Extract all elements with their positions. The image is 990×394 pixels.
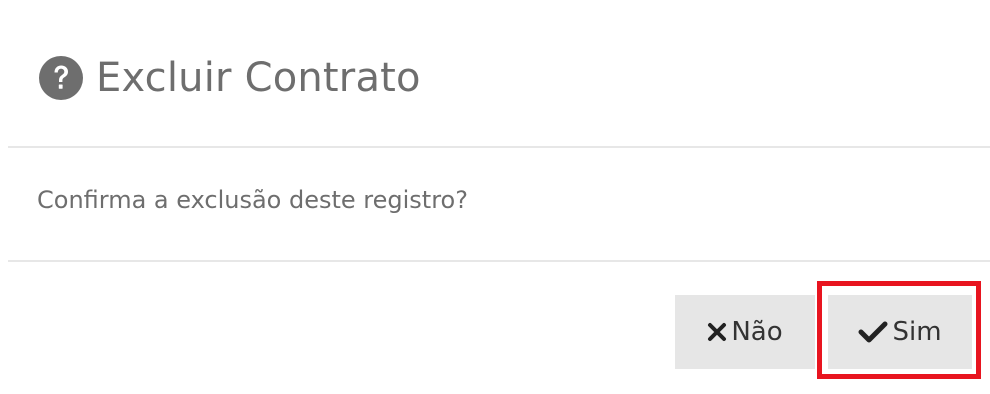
- dialog-message: Confirma a exclusão deste registro?: [37, 186, 468, 214]
- no-button-label: Não: [731, 317, 783, 347]
- no-button[interactable]: Não: [675, 295, 815, 369]
- footer-divider: [8, 260, 990, 262]
- header-divider: [8, 146, 990, 148]
- yes-button[interactable]: Sim: [828, 295, 972, 369]
- dialog-title: Excluir Contrato: [96, 55, 421, 101]
- check-icon: [858, 321, 888, 343]
- question-circle-icon: [39, 56, 83, 100]
- confirm-dialog: Excluir Contrato Confirma a exclusão des…: [0, 0, 990, 394]
- times-icon: [708, 323, 727, 341]
- dialog-header: Excluir Contrato: [38, 50, 421, 106]
- yes-button-label: Sim: [892, 317, 942, 347]
